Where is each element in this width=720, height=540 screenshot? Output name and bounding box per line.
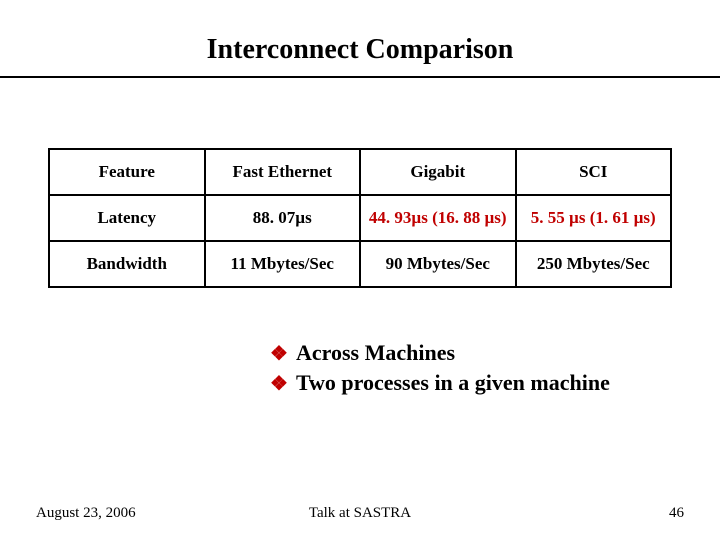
bullet-list: ❖ Across Machines ❖ Two processes in a giv… xyxy=(270,340,720,396)
title-divider xyxy=(0,76,720,78)
table-cell: 250 Mbytes/Sec xyxy=(516,241,672,287)
bullet-item: ❖ Two processes in a given machine xyxy=(270,370,720,396)
table-row: Bandwidth 11 Mbytes/Sec 90 Mbytes/Sec 25… xyxy=(49,241,671,287)
footer-talk: Talk at SASTRA xyxy=(0,505,720,522)
table-cell: 90 Mbytes/Sec xyxy=(360,241,516,287)
table-cell: Bandwidth xyxy=(49,241,205,287)
table-cell: 11 Mbytes/Sec xyxy=(205,241,361,287)
slide-title: Interconnect Comparison xyxy=(0,0,720,76)
comparison-table: Feature Fast Ethernet Gigabit SCI Latenc… xyxy=(48,148,672,288)
table-header-row: Feature Fast Ethernet Gigabit SCI xyxy=(49,149,671,195)
diamond-bullet-icon: ❖ xyxy=(270,373,288,395)
table-header-cell: Gigabit xyxy=(360,149,516,195)
bullet-text: Two processes in a given machine xyxy=(296,370,610,395)
table-cell: Latency xyxy=(49,195,205,241)
bullet-text: Across Machines xyxy=(296,340,455,365)
table-cell: 44. 93µs (16. 88 µs) xyxy=(360,195,516,241)
table-row: Latency 88. 07µs 44. 93µs (16. 88 µs) 5.… xyxy=(49,195,671,241)
table-cell: 88. 07µs xyxy=(205,195,361,241)
table-header-cell: Feature xyxy=(49,149,205,195)
bullet-item: ❖ Across Machines xyxy=(270,340,720,366)
diamond-bullet-icon: ❖ xyxy=(270,343,288,365)
table-header-cell: Fast Ethernet xyxy=(205,149,361,195)
table-header-cell: SCI xyxy=(516,149,672,195)
footer-page-number: 46 xyxy=(669,505,684,522)
table-cell: 5. 55 µs (1. 61 µs) xyxy=(516,195,672,241)
